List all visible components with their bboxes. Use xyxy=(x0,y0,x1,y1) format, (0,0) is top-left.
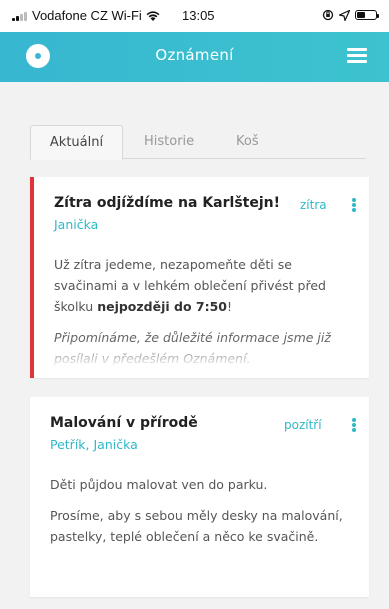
notification-title: Zítra odjíždíme na Karlštejn! xyxy=(54,195,280,211)
notification-date: pozítří xyxy=(284,418,322,432)
status-bar: Vodafone CZ Wi-Fi 13:05 xyxy=(0,0,389,32)
signal-icon xyxy=(12,12,30,21)
hamburger-menu-icon[interactable] xyxy=(347,48,367,64)
tab-aktualni[interactable]: Aktuální xyxy=(30,125,123,160)
notification-paragraph: Děti půjdou malovat ven do parku. xyxy=(50,477,268,492)
clock: 13:05 xyxy=(182,8,215,23)
carrier-name: Vodafone CZ Wi-Fi xyxy=(32,8,142,23)
notification-author: Janička xyxy=(54,217,99,232)
kebab-menu-icon[interactable] xyxy=(352,198,356,212)
wifi-icon xyxy=(146,11,160,21)
tab-historie[interactable]: Historie xyxy=(144,125,194,159)
notification-body: Děti půjdou malovat ven do parku. Prosím… xyxy=(50,474,355,557)
tab-bar: Aktuální Historie Koš xyxy=(30,125,366,160)
notification-card[interactable]: Zítra odjíždíme na Karlštejn! zítra Jani… xyxy=(30,177,369,378)
page-title: Oznámení xyxy=(155,46,234,64)
notification-paragraph: Prosíme, aby s sebou měly desky na malov… xyxy=(50,508,343,544)
battery-icon xyxy=(355,10,379,20)
notification-title: Malování v přírodě xyxy=(50,415,198,431)
tab-kos[interactable]: Koš xyxy=(236,125,259,159)
notification-date: zítra xyxy=(300,198,327,212)
location-icon xyxy=(339,9,350,21)
kebab-menu-icon[interactable] xyxy=(352,418,356,432)
rotation-lock-icon xyxy=(322,9,334,21)
notification-paragraph: Už zítra jedeme, nezapomeňte děti se sva… xyxy=(54,257,326,314)
notification-author: Petřík, Janička xyxy=(50,437,138,452)
app-header: Oznámení xyxy=(0,32,389,82)
notification-card[interactable]: Malování v přírodě pozítří Petřík, Janič… xyxy=(30,397,369,597)
